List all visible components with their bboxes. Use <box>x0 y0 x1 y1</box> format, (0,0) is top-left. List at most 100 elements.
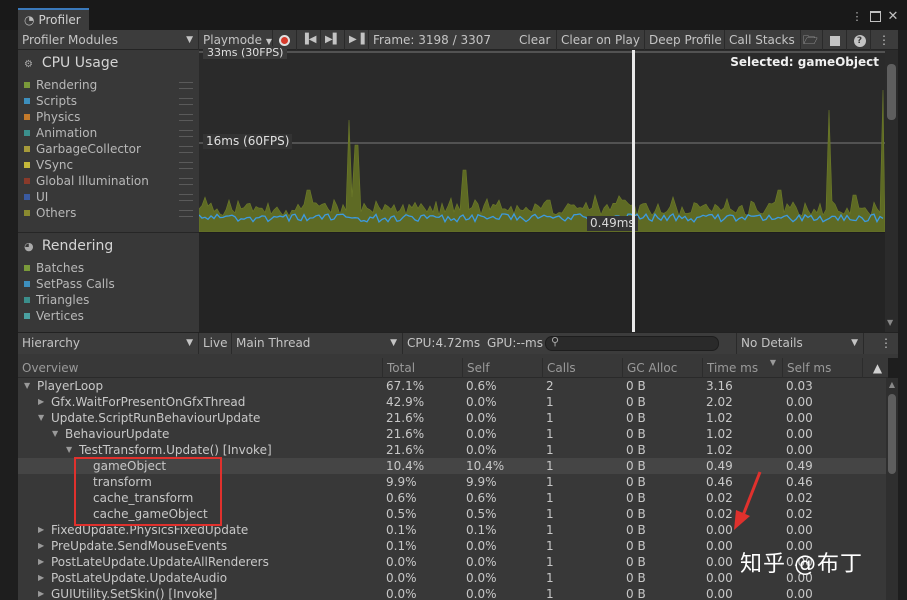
dropdown-arrow-icon: ▼ <box>390 338 397 348</box>
col-gc-alloc[interactable]: GC Alloc <box>622 358 702 378</box>
cell-gc: 0 B <box>626 411 646 425</box>
cell-calls: 1 <box>546 427 554 441</box>
cell-self: 0.6% <box>466 491 497 505</box>
row-name: Update.ScriptRunBehaviourUpdate <box>51 411 261 425</box>
details-dropdown[interactable]: No Details ▼ <box>736 333 864 354</box>
frame-cursor-line[interactable] <box>632 50 635 332</box>
drag-handle-icon[interactable] <box>179 162 193 169</box>
rendering-legend-item[interactable]: Triangles <box>24 292 199 308</box>
close-button[interactable]: ✕ <box>886 10 900 23</box>
collapse-arrow-icon[interactable]: ▶ <box>38 554 44 570</box>
table-row[interactable]: ▼ Update.ScriptRunBehaviourUpdate 21.6% 0.0… <box>18 410 886 426</box>
cpu-legend-item[interactable]: Physics <box>24 109 199 125</box>
table-scrollbar-thumb[interactable] <box>888 394 896 474</box>
cpu-legend-item[interactable]: GarbageCollector <box>24 141 199 157</box>
drag-handle-icon[interactable] <box>179 130 193 137</box>
cpu-usage-chart[interactable]: 33ms (30FPS) 16ms (60FPS) Selected: game… <box>199 46 885 232</box>
table-scrollbar[interactable]: ▲ <box>886 378 898 600</box>
maximize-button[interactable] <box>868 11 882 23</box>
save-button[interactable] <box>823 30 847 50</box>
cell-total: 0.1% <box>386 523 417 537</box>
collapse-arrow-icon[interactable]: ▶ <box>38 394 44 410</box>
rendering-legend-item[interactable]: Batches <box>24 260 199 276</box>
collapse-arrow-icon[interactable]: ▶ <box>38 538 44 554</box>
clear-on-play-button[interactable]: Clear on Play <box>557 30 645 50</box>
drag-handle-icon[interactable] <box>179 210 193 217</box>
expand-arrow-icon[interactable]: ▼ <box>52 426 58 442</box>
cell-selfms: 0.49 <box>786 459 813 473</box>
col-time-ms[interactable]: Time ms ▼ <box>702 358 782 378</box>
legend-swatch <box>24 296 30 303</box>
cell-self: 0.0% <box>466 555 497 569</box>
deep-profile-button[interactable]: Deep Profile <box>645 30 725 50</box>
scroll-down-arrow-icon[interactable]: ▼ <box>887 318 896 328</box>
cpu-legend-item[interactable]: Others <box>24 205 199 221</box>
call-stacks-button[interactable]: Call Stacks <box>725 30 801 50</box>
cpu-legend-item[interactable]: Rendering <box>24 77 199 93</box>
collapse-arrow-icon[interactable]: ▶ <box>38 522 44 538</box>
toolbar-menu-button[interactable]: ⋮ <box>873 30 895 50</box>
cell-total: 42.9% <box>386 395 425 409</box>
view-dropdown[interactable]: Hierarchy ▼ <box>18 333 199 354</box>
previous-frame-button[interactable]: ▐◀ <box>297 30 321 50</box>
rendering-legend-item[interactable]: Vertices <box>24 308 199 324</box>
drag-handle-icon[interactable] <box>179 114 193 121</box>
col-self-ms[interactable]: Self ms <box>782 358 862 378</box>
next-frame-button[interactable]: ▶▌ <box>321 30 345 50</box>
cpu-legend-item[interactable]: Scripts <box>24 93 199 109</box>
cell-gc: 0 B <box>626 379 646 393</box>
drag-handle-icon[interactable] <box>179 82 193 89</box>
chart-scrollbar[interactable]: ▼ <box>885 50 898 332</box>
table-row[interactable]: ▶ Gfx.WaitForPresentOnGfxThread 42.9% 0.0% 1… <box>18 394 886 410</box>
rendering-chart[interactable] <box>199 233 885 332</box>
hierarchy-menu-button[interactable]: ⋮ <box>876 333 896 354</box>
row-name: TestTransform.Update() [Invoke] <box>79 443 272 457</box>
drag-handle-icon[interactable] <box>179 146 193 153</box>
help-button[interactable]: ? <box>849 30 871 50</box>
scroll-up-arrow-icon[interactable]: ▲ <box>887 380 897 390</box>
rendering-legend-item[interactable]: SetPass Calls <box>24 276 199 292</box>
cell-total: 0.5% <box>386 507 417 521</box>
live-toggle[interactable]: Live <box>199 333 232 354</box>
table-row[interactable]: ▼ PlayerLoop 67.1% 0.6% 2 0 B 3.16 0.03 <box>18 378 886 394</box>
cpu-usage-module-header[interactable]: ⚙ CPU Usage <box>24 55 118 71</box>
expand-arrow-icon[interactable]: ▼ <box>66 442 72 458</box>
cpu-legend-item[interactable]: Animation <box>24 125 199 141</box>
rendering-module-header[interactable]: ◕ Rendering <box>24 238 113 254</box>
cell-selfms: 0.02 <box>786 491 813 505</box>
table-row[interactable]: ▼ BehaviourUpdate 21.6% 0.0% 1 0 B 1.02 0.00 <box>18 426 886 442</box>
load-button[interactable]: 🗁 <box>799 30 823 50</box>
drag-handle-icon[interactable] <box>179 194 193 201</box>
collapse-arrow-icon[interactable]: ▶ <box>38 586 44 600</box>
table-row[interactable]: ▼ TestTransform.Update() [Invoke] 21.6% 0.0… <box>18 442 886 458</box>
cpu-legend-item[interactable]: Global Illumination <box>24 173 199 189</box>
drag-handle-icon[interactable] <box>179 178 193 185</box>
cell-time: 1.02 <box>706 427 733 441</box>
current-frame-button[interactable]: ▶▐ <box>345 30 369 50</box>
collapse-arrow-icon[interactable]: ▶ <box>38 570 44 586</box>
cpu-legend-item[interactable]: VSync <box>24 157 199 173</box>
warning-column[interactable]: ▲ <box>862 358 888 378</box>
table-row[interactable]: ▶ GUIUtility.SetSkin() [Invoke] 0.0% 0.0% 1 0… <box>18 586 886 600</box>
thread-dropdown[interactable]: Main Thread ▼ <box>232 333 403 354</box>
col-calls[interactable]: Calls <box>542 358 622 378</box>
tab-profiler[interactable]: ◔ Profiler <box>18 8 89 30</box>
warning-icon: ▲ <box>872 361 883 375</box>
col-total[interactable]: Total <box>382 358 462 378</box>
expand-arrow-icon[interactable]: ▼ <box>24 378 30 394</box>
profiler-modules-dropdown[interactable]: Profiler Modules ▼ <box>18 30 199 50</box>
col-overview[interactable]: Overview <box>18 358 382 378</box>
kebab-icon[interactable]: ⋮ <box>850 11 864 23</box>
col-self[interactable]: Self <box>462 358 542 378</box>
cpu-legend-item[interactable]: UI <box>24 189 199 205</box>
search-field[interactable]: ⚲ <box>545 335 719 351</box>
selected-label: Selected: gameObject <box>730 55 879 69</box>
expand-arrow-icon[interactable]: ▼ <box>38 410 44 426</box>
kebab-icon: ⋮ <box>880 336 892 350</box>
clear-button[interactable]: Clear <box>515 30 557 50</box>
chart-scrollbar-thumb[interactable] <box>887 64 896 120</box>
drag-handle-icon[interactable] <box>179 98 193 105</box>
cell-calls: 1 <box>546 523 554 537</box>
legend-swatch <box>24 145 30 152</box>
cell-self: 0.0% <box>466 395 497 409</box>
